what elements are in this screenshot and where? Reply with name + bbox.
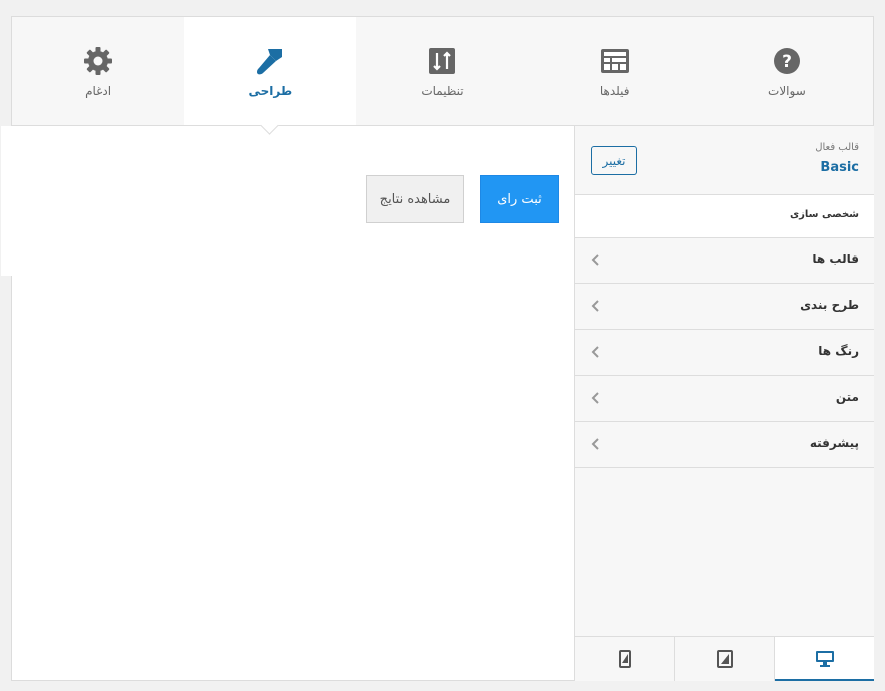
tab-label: ادغام [85,84,112,98]
customize-heading: شخصی سازی [575,195,874,238]
desktop-icon [815,651,834,667]
table-layout-icon [598,44,632,78]
view-results-button[interactable]: مشاهده نتایج [366,175,464,223]
device-mobile-button[interactable] [575,637,674,681]
menu-item-text[interactable]: متن [575,376,874,422]
active-theme-label: قالب فعال [815,142,859,153]
menu-item-label: متن [835,390,859,404]
tab-label: فیلدها [599,84,630,98]
sort-settings-icon [425,44,459,78]
menu-item-label: طرح بندی [800,298,859,312]
svg-text:?: ? [782,52,792,72]
tab-settings[interactable]: تنظیمات [356,17,528,125]
question-circle-icon: ? [770,44,804,78]
poll-editor-frame: ? سوالات فیلدها تنظیمات طراحی ادغام ثبت … [1,16,874,681]
active-theme-box: قالب فعال Basic تغییر [575,126,874,195]
tab-label: تنظیمات [421,84,464,98]
chevron-left-icon [591,300,599,312]
tab-fields[interactable]: فیلدها [529,17,701,125]
chevron-left-icon [591,438,599,450]
change-theme-button[interactable]: تغییر [591,146,637,175]
tab-questions[interactable]: ? سوالات [701,17,873,125]
menu-item-templates[interactable]: قالب ها [575,238,874,284]
tablet-icon [716,650,733,668]
menu-item-label: قالب ها [812,252,859,266]
design-sidebar: قالب فعال Basic تغییر شخصی سازی قالب ها … [574,126,874,681]
poll-preview: ثبت رای مشاهده نتایج [1,126,573,276]
tab-label: سوالات [768,84,806,98]
customize-heading-text: شخصی سازی [789,209,859,220]
tab-design[interactable]: طراحی [184,17,357,135]
active-theme-name: Basic [820,160,859,175]
submit-vote-button[interactable]: ثبت رای [480,175,559,223]
device-desktop-button[interactable] [774,637,874,681]
mobile-icon [618,650,631,668]
device-tablet-button[interactable] [674,637,774,681]
device-switcher [575,636,874,681]
paint-brush-icon [253,44,287,78]
gear-icon [81,44,115,78]
menu-item-layout[interactable]: طرح بندی [575,284,874,330]
menu-item-label: رنگ ها [818,344,859,358]
menu-item-label: پیشرفته [809,436,859,450]
main-tabs: ? سوالات فیلدها تنظیمات طراحی ادغام [12,17,873,135]
chevron-left-icon [591,392,599,404]
menu-item-advanced[interactable]: پیشرفته [575,422,874,468]
chevron-left-icon [591,254,599,266]
menu-item-colors[interactable]: رنگ ها [575,330,874,376]
tab-label: طراحی [248,84,293,98]
customize-menu: قالب ها طرح بندی رنگ ها متن پیشرفته [575,238,874,468]
tab-integration[interactable]: ادغام [12,17,184,125]
chevron-left-icon [591,346,599,358]
